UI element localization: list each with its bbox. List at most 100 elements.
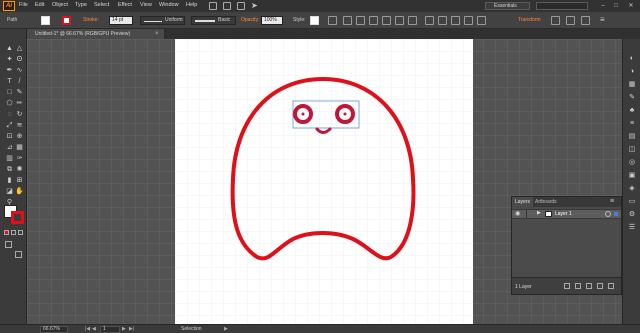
rectangle-tool-icon[interactable]: □ bbox=[5, 88, 14, 97]
lasso-tool-icon[interactable]: ʘ bbox=[15, 55, 24, 64]
new-layer-icon[interactable] bbox=[597, 283, 603, 289]
status-menu-arrow-icon[interactable]: ▶ bbox=[224, 326, 228, 333]
bridge-icon[interactable] bbox=[209, 2, 217, 10]
menu-edit[interactable]: Edit bbox=[35, 2, 44, 8]
hand-tool-icon[interactable]: ✋ bbox=[15, 187, 24, 196]
eyedropper-tool-icon[interactable]: ✑ bbox=[15, 154, 24, 163]
stroke-color-swatch[interactable] bbox=[11, 211, 24, 224]
screen-mode-icon[interactable] bbox=[15, 251, 22, 258]
align-top-icon[interactable] bbox=[382, 16, 391, 25]
stroke-icon[interactable]: ≡ bbox=[628, 120, 636, 128]
shaper-tool-icon[interactable]: ⬠ bbox=[5, 99, 14, 108]
artboard-tool-icon[interactable]: ⊞ bbox=[15, 176, 24, 185]
menu-select[interactable]: Select bbox=[94, 2, 109, 8]
artboard[interactable] bbox=[175, 39, 473, 333]
color-mode-icon[interactable] bbox=[4, 230, 9, 235]
artboards-icon[interactable]: ▭ bbox=[628, 198, 636, 206]
last-artboard-icon[interactable]: ▶| bbox=[129, 326, 134, 333]
magic-wand-tool-icon[interactable]: ✦ bbox=[5, 55, 14, 64]
expand-triangle-icon[interactable]: ▶ bbox=[537, 210, 541, 216]
make-clipping-mask-icon[interactable] bbox=[575, 283, 581, 289]
paintbrush-tool-icon[interactable]: ✎ bbox=[15, 88, 24, 97]
color-guide-icon[interactable]: ◑ bbox=[628, 68, 636, 76]
workspace-switcher[interactable]: Essentials bbox=[485, 2, 530, 10]
create-sublayer-icon[interactable] bbox=[586, 283, 592, 289]
align-middle-icon[interactable] bbox=[395, 16, 404, 25]
align-left-icon[interactable] bbox=[343, 16, 352, 25]
transform-label[interactable]: Transform bbox=[518, 17, 541, 23]
brush-definition-dropdown[interactable]: Basic bbox=[191, 16, 236, 25]
delete-layer-icon[interactable] bbox=[608, 283, 614, 289]
align-right-icon[interactable] bbox=[369, 16, 378, 25]
none-mode-icon[interactable] bbox=[18, 230, 23, 235]
symbol-sprayer-tool-icon[interactable]: ✺ bbox=[15, 165, 24, 174]
graphic-styles-icon[interactable]: ▣ bbox=[628, 172, 636, 180]
eraser-tool-icon[interactable]: ◌ bbox=[5, 110, 14, 119]
selection-tool-icon[interactable]: ▲ bbox=[5, 44, 14, 53]
gradient-icon[interactable]: ▤ bbox=[628, 133, 636, 141]
layers-icon[interactable]: ◈ bbox=[628, 185, 636, 193]
column-graph-tool-icon[interactable]: ▮ bbox=[5, 176, 14, 185]
panel-menu-icon[interactable]: ≡ bbox=[600, 16, 609, 25]
distribute-vertical-icon[interactable] bbox=[438, 16, 447, 25]
layer-row[interactable]: ◉ ▶ Layer 1 bbox=[512, 209, 621, 219]
fill-swatch[interactable] bbox=[41, 16, 50, 25]
variable-width-profile-dropdown[interactable]: Uniform bbox=[140, 16, 185, 25]
arrange-documents-icon[interactable] bbox=[237, 2, 245, 10]
curvature-tool-icon[interactable]: ∿ bbox=[15, 66, 24, 75]
rotate-tool-icon[interactable]: ↻ bbox=[15, 110, 24, 119]
align-center-icon[interactable] bbox=[356, 16, 365, 25]
menu-effect[interactable]: Effect bbox=[118, 2, 132, 8]
free-transform-tool-icon[interactable]: ⊡ bbox=[5, 132, 14, 141]
locate-object-icon[interactable] bbox=[564, 283, 570, 289]
close-document-icon[interactable]: × bbox=[155, 29, 159, 39]
menu-help[interactable]: Help bbox=[186, 2, 197, 8]
opacity-label[interactable]: Opacity: bbox=[241, 17, 259, 23]
direct-selection-tool-icon[interactable]: △ bbox=[15, 44, 24, 53]
distribute-icon[interactable] bbox=[425, 16, 434, 25]
menu-window[interactable]: Window bbox=[159, 2, 179, 8]
stroke-weight-field[interactable]: 14 pt bbox=[109, 16, 133, 25]
align-to-icon[interactable] bbox=[477, 16, 486, 25]
gradient-tool-icon[interactable]: ▥ bbox=[5, 154, 14, 163]
perspective-tool-icon[interactable]: ⊿ bbox=[5, 143, 14, 152]
document-tab[interactable]: Untitled-1* @ 66.67% (RGB/GPU Preview) × bbox=[27, 29, 165, 39]
align-bottom-icon[interactable] bbox=[408, 16, 417, 25]
pen-tool-icon[interactable]: ✒ bbox=[5, 66, 14, 75]
symbols-icon[interactable]: ♣ bbox=[628, 107, 636, 115]
layer-name[interactable]: Layer 1 bbox=[555, 211, 572, 217]
previous-artboard-icon[interactable]: ◀ bbox=[92, 326, 96, 333]
recolor-artwork-icon[interactable] bbox=[328, 16, 337, 25]
minimize-button[interactable]: – bbox=[598, 2, 608, 10]
shape-builder-tool-icon[interactable]: ⊕ bbox=[15, 132, 24, 141]
pixel-align-icon[interactable] bbox=[581, 16, 590, 25]
mesh-tool-icon[interactable]: ▦ bbox=[15, 143, 24, 152]
blend-tool-icon[interactable]: ⧉ bbox=[5, 165, 14, 174]
visibility-eye-icon[interactable]: ◉ bbox=[515, 210, 520, 217]
type-tool-icon[interactable]: T bbox=[5, 77, 14, 86]
tab-layers[interactable]: Layers bbox=[512, 197, 534, 207]
gpu-performance-icon[interactable]: ➤ bbox=[251, 2, 259, 10]
appearance-icon[interactable]: ◎ bbox=[628, 159, 636, 167]
stroke-swatch[interactable] bbox=[62, 16, 71, 25]
stroke-label[interactable]: Stroke: bbox=[83, 17, 99, 23]
distribute-spacing-icon[interactable] bbox=[464, 16, 473, 25]
gradient-mode-icon[interactable] bbox=[11, 230, 16, 235]
graphic-style-swatch[interactable] bbox=[310, 16, 319, 25]
brushes-icon[interactable]: ✎ bbox=[628, 94, 636, 102]
maximize-button[interactable]: □ bbox=[611, 2, 621, 10]
menu-object[interactable]: Object bbox=[52, 2, 68, 8]
target-circle-icon[interactable] bbox=[605, 211, 611, 217]
tab-artboards[interactable]: Artboards bbox=[532, 197, 560, 207]
layers-panel-menu-icon[interactable]: ≡ bbox=[610, 198, 614, 205]
distribute-horizontal-icon[interactable] bbox=[451, 16, 460, 25]
swatches-icon[interactable]: ▦ bbox=[628, 81, 636, 89]
color-panel-icon[interactable]: ◐ bbox=[628, 55, 636, 63]
zoom-level-field[interactable]: 66.67% bbox=[40, 326, 68, 333]
transparency-icon[interactable]: ◫ bbox=[628, 146, 636, 154]
opacity-field[interactable]: 100% bbox=[261, 16, 283, 25]
flip-icon[interactable] bbox=[551, 16, 560, 25]
first-artboard-icon[interactable]: |◀ bbox=[85, 326, 90, 333]
properties-icon[interactable]: ⚙ bbox=[628, 211, 636, 219]
isolate-icon[interactable] bbox=[566, 16, 575, 25]
